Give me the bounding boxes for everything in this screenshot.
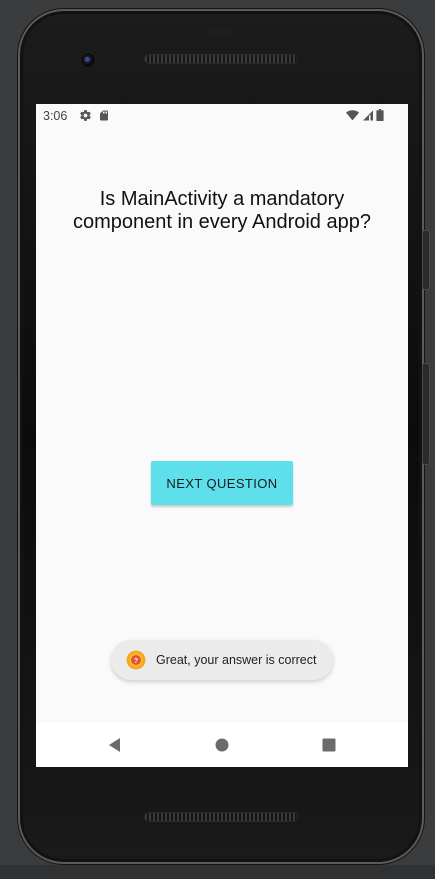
svg-text:?: ?	[134, 658, 138, 665]
status-right-icons	[346, 109, 384, 124]
wifi-icon	[346, 109, 359, 124]
bottom-speaker-grille	[145, 813, 297, 821]
recents-icon[interactable]	[319, 735, 339, 755]
status-bar: 3:06	[36, 104, 408, 128]
battery-icon	[376, 109, 384, 124]
status-left-icons	[79, 109, 110, 125]
proximity-sensor	[207, 29, 235, 35]
gear-icon	[79, 109, 92, 125]
top-speaker-grille	[145, 55, 297, 63]
app-icon: ?	[126, 650, 146, 670]
emulator-stage: 3:06 Is MainActivity a mandatory compone…	[0, 0, 435, 879]
volume-button[interactable]	[423, 364, 429, 464]
cell-signal-icon	[362, 109, 373, 124]
navigation-bar	[36, 723, 408, 767]
power-button[interactable]	[423, 231, 429, 289]
status-time: 3:06	[43, 109, 68, 123]
home-icon[interactable]	[212, 735, 232, 755]
toast-text: Great, your answer is correct	[156, 653, 317, 667]
back-icon[interactable]	[105, 735, 125, 755]
question-text: Is MainActivity a mandatory component in…	[73, 188, 371, 233]
next-question-button[interactable]: NEXT QUESTION	[151, 461, 293, 505]
front-camera-icon	[81, 53, 95, 67]
phone-screen: 3:06 Is MainActivity a mandatory compone…	[36, 104, 408, 767]
emulator-bottom-bar	[0, 865, 435, 879]
toast-message: ? Great, your answer is correct	[111, 640, 333, 680]
sd-card-icon	[98, 109, 110, 125]
